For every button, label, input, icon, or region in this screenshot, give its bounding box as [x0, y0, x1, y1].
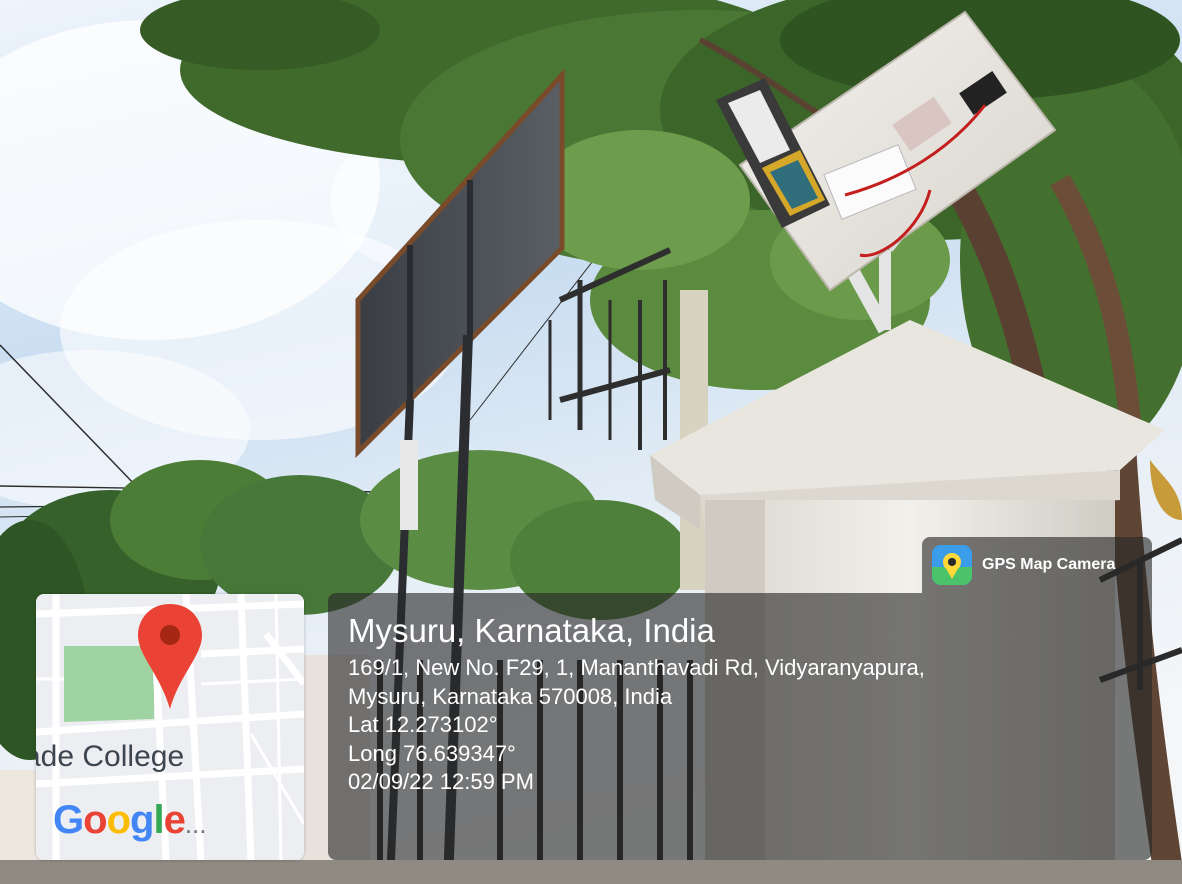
latitude: Lat 12.273102° [348, 712, 498, 737]
address-line-1: 169/1, New No. F29, 1, Mananthavadi Rd, … [348, 655, 925, 680]
gps-app-name: GPS Map Camera [982, 556, 1116, 573]
map-camera-icon [932, 545, 972, 585]
longitude: Long 76.639347° [348, 740, 516, 766]
location-info-panel: Mysuru, Karnataka, India 169/1, New No. … [328, 593, 1152, 860]
address-line-2: Mysuru, Karnataka 570008, India [348, 683, 673, 709]
gps-app-badge: GPS Map Camera [922, 537, 1152, 593]
map-place-label: ade College [36, 740, 185, 773]
google-logo: Google... [53, 798, 207, 842]
map-thumbnail[interactable]: ade College Google... [36, 594, 304, 860]
datetime: 02/09/22 12:59 PM [348, 769, 534, 794]
location-title: Mysuru, Karnataka, India [348, 612, 715, 649]
